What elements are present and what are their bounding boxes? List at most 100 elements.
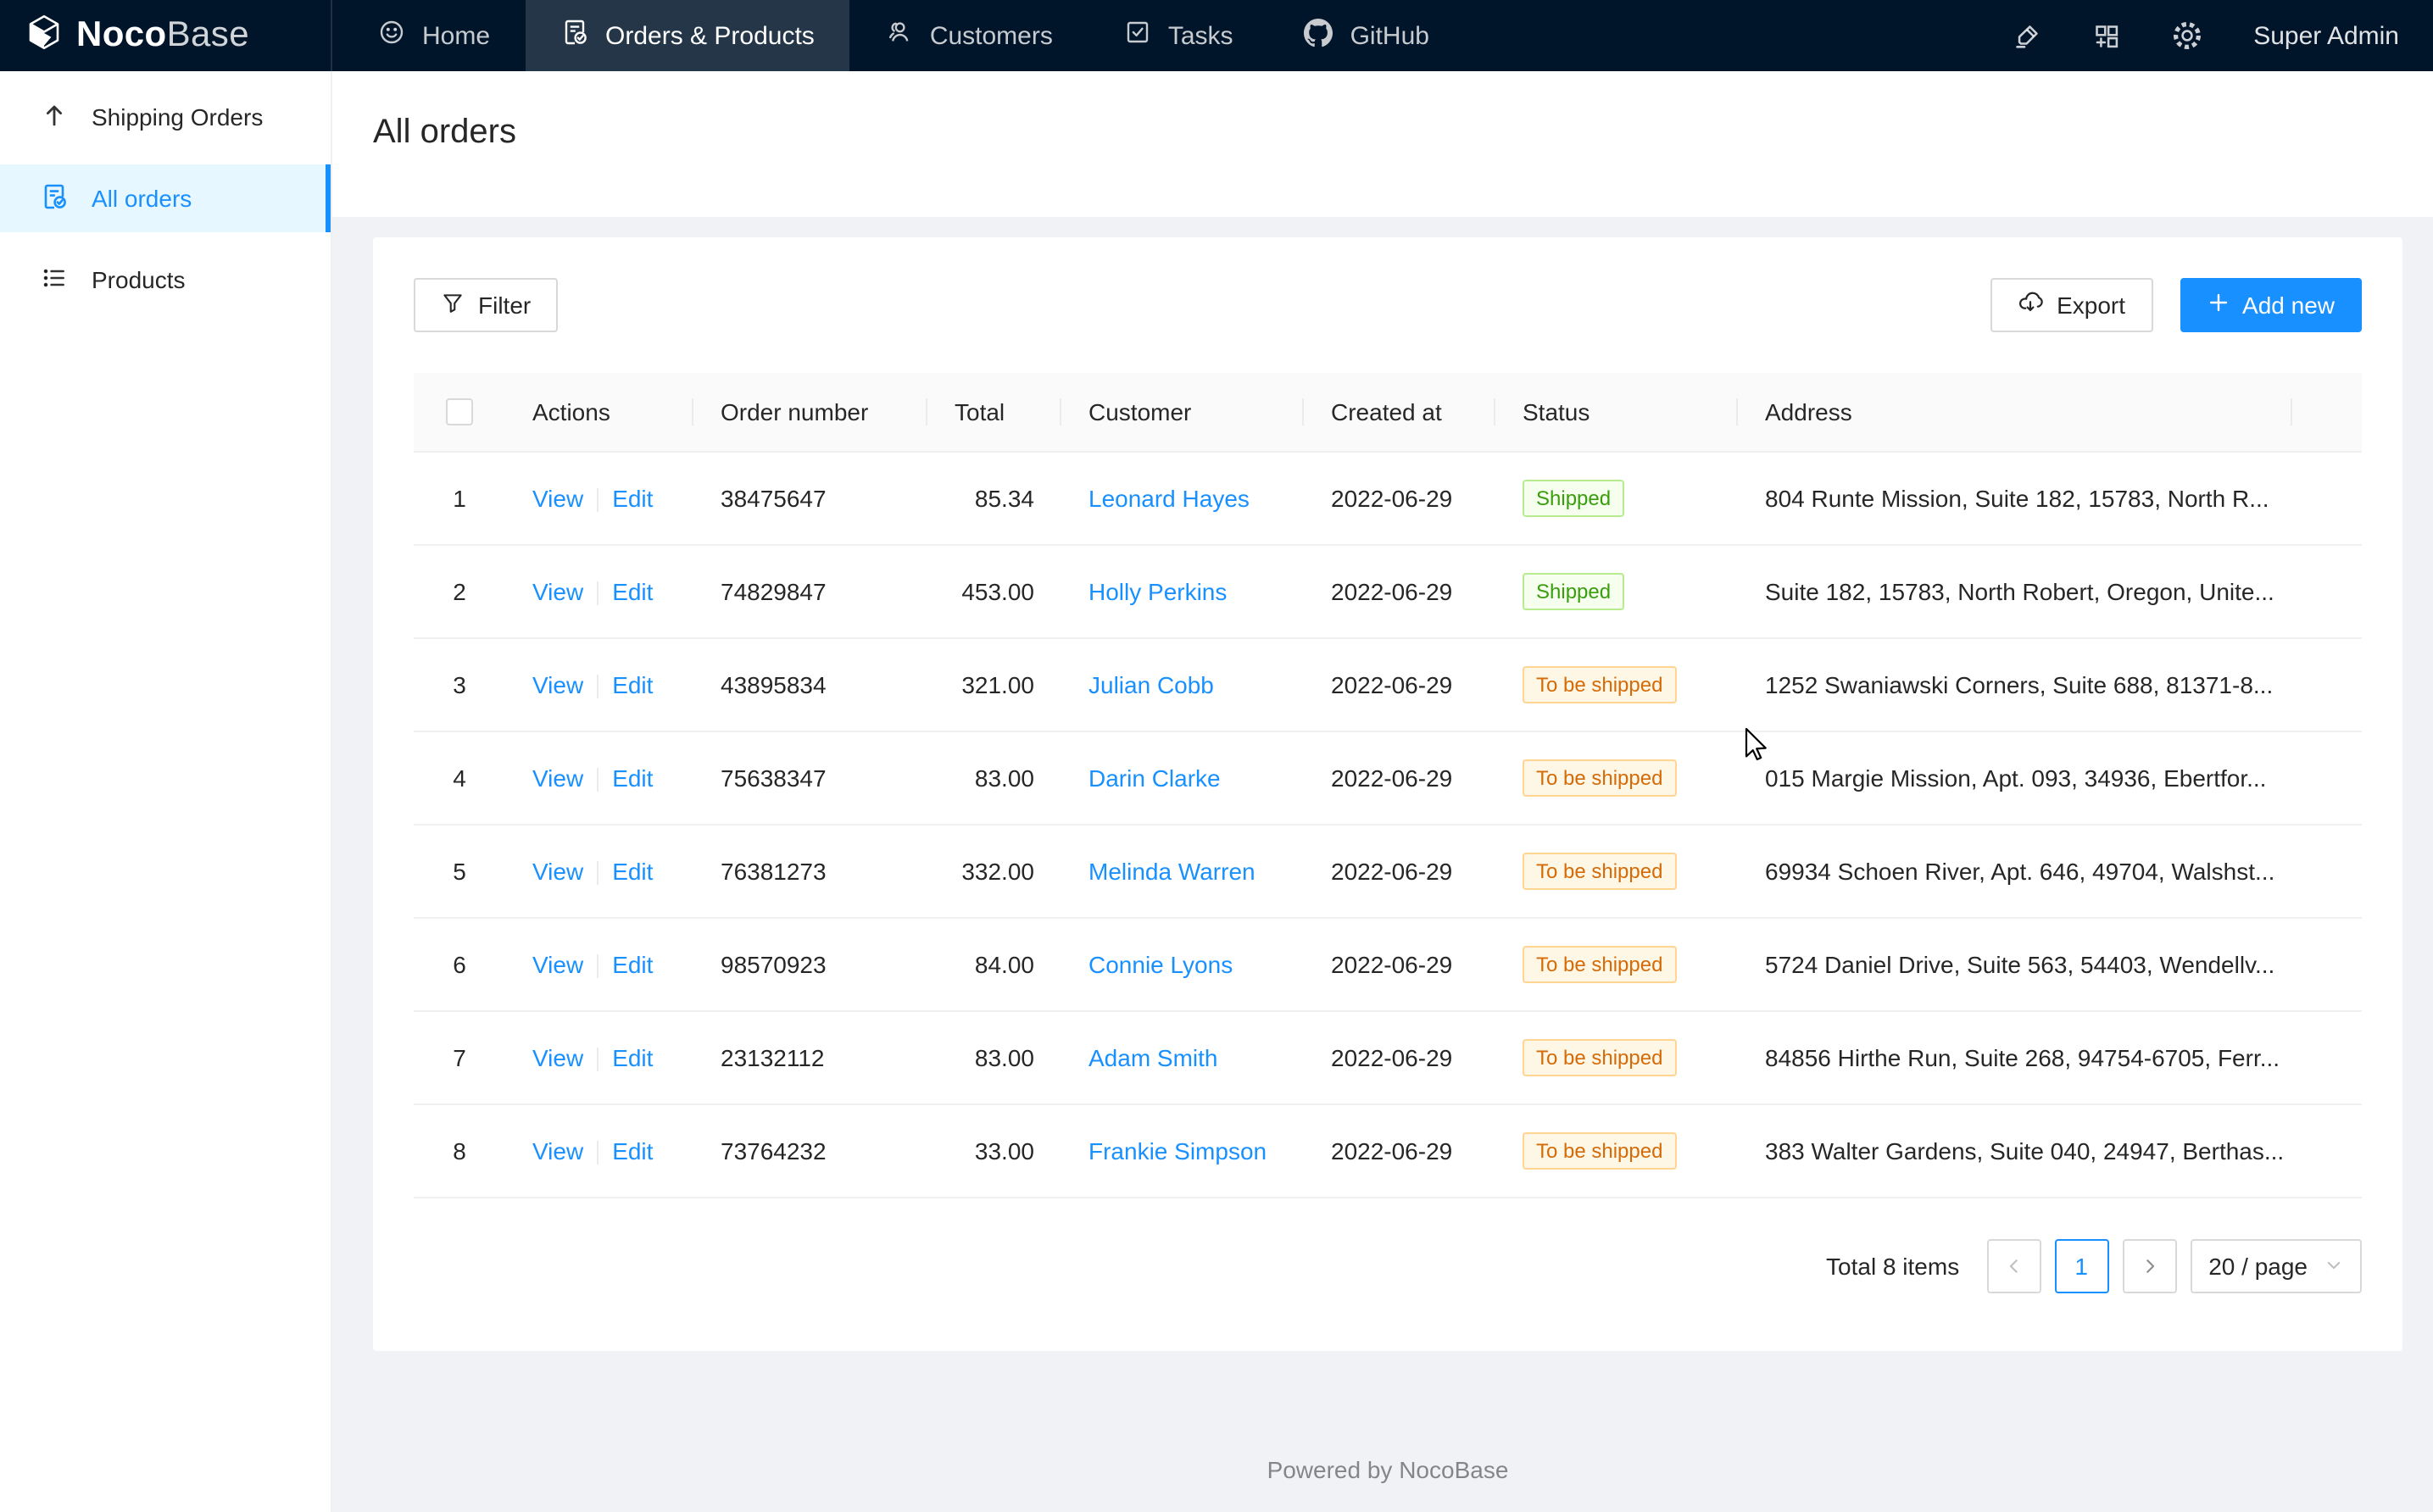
- smiley-icon: [378, 19, 405, 53]
- customer-link[interactable]: Holly Perkins: [1088, 578, 1227, 605]
- arrow-up-icon: [41, 101, 68, 133]
- edit-link[interactable]: Edit: [612, 671, 653, 698]
- edit-link[interactable]: Edit: [612, 858, 653, 885]
- select-all-checkbox[interactable]: [446, 398, 473, 425]
- table-header-row: Actions Order number Total Customer Crea…: [414, 373, 2362, 453]
- customer-link[interactable]: Adam Smith: [1088, 1044, 1218, 1071]
- row-actions: View Edit: [505, 485, 693, 513]
- view-link[interactable]: View: [532, 764, 583, 792]
- sidebar-item-products[interactable]: Products: [0, 246, 331, 314]
- edit-link[interactable]: Edit: [612, 578, 653, 605]
- column-header-customer: Customer: [1061, 398, 1304, 425]
- status-badge: To be shipped: [1523, 1132, 1676, 1170]
- view-link[interactable]: View: [532, 485, 583, 512]
- file-done-icon: [561, 19, 588, 53]
- sidebar: Shipping Orders All orders: [0, 71, 332, 1512]
- nav-tab-customers[interactable]: Customers: [850, 0, 1088, 71]
- unordered-list-icon: [41, 264, 68, 296]
- view-link[interactable]: View: [532, 578, 583, 605]
- row-index: 2: [414, 578, 505, 605]
- customer-cell: Holly Perkins: [1061, 578, 1304, 605]
- export-button[interactable]: Export: [1990, 278, 2152, 332]
- total-cell: 83.00: [927, 764, 1061, 792]
- status-cell: To be shipped: [1495, 759, 1738, 797]
- pagination: Total 8 items 1 20 / page: [414, 1239, 2362, 1293]
- customer-cell: Melinda Warren: [1061, 858, 1304, 885]
- pagination-page-1[interactable]: 1: [2054, 1239, 2108, 1293]
- gear-icon[interactable]: [2172, 20, 2202, 51]
- table-body: 1 ViewEdit 38475647 85.34 Leonard Hayes …: [414, 453, 2362, 1198]
- brand-text-base: Base: [167, 15, 249, 56]
- order-number-cell: 75638347: [693, 764, 927, 792]
- status-badge: To be shipped: [1523, 853, 1676, 890]
- nav-tab-tasks[interactable]: Tasks: [1088, 0, 1269, 71]
- status-badge: To be shipped: [1523, 666, 1676, 703]
- address-cell: 1252 Swaniawski Corners, Suite 688, 8137…: [1738, 671, 2292, 698]
- view-link[interactable]: View: [532, 1137, 583, 1165]
- pagination-total: Total 8 items: [1826, 1253, 1959, 1280]
- status-cell: To be shipped: [1495, 1132, 1738, 1170]
- customer-cell: Frankie Simpson: [1061, 1137, 1304, 1165]
- order-number-cell: 43895834: [693, 671, 927, 698]
- sidebar-item-all-orders[interactable]: All orders: [0, 164, 331, 232]
- edit-link[interactable]: Edit: [612, 764, 653, 792]
- row-index: 3: [414, 671, 505, 698]
- blocks-add-icon[interactable]: [2092, 21, 2121, 50]
- row-index: 4: [414, 764, 505, 792]
- filter-button[interactable]: Filter: [414, 278, 558, 332]
- view-link[interactable]: View: [532, 858, 583, 885]
- nav-tab-github[interactable]: GitHub: [1269, 0, 1465, 71]
- sidebar-item-shipping-orders[interactable]: Shipping Orders: [0, 83, 331, 151]
- user-menu[interactable]: Super Admin: [2253, 21, 2399, 50]
- table-row: 2 ViewEdit 74829847 453.00 Holly Perkins…: [414, 546, 2362, 639]
- view-link[interactable]: View: [532, 1044, 583, 1071]
- content-area: Filter Export: [332, 217, 2433, 1512]
- github-icon: [1305, 18, 1333, 53]
- nav-tab-label: Customers: [930, 21, 1053, 50]
- highlighter-icon[interactable]: [2013, 21, 2041, 50]
- edit-link[interactable]: Edit: [612, 1044, 653, 1071]
- row-actions: View Edit: [505, 764, 693, 792]
- row-actions: View Edit: [505, 578, 693, 606]
- nav-tab-home[interactable]: Home: [342, 0, 526, 71]
- page-title: All orders: [373, 105, 2392, 159]
- chevron-down-icon: [2324, 1253, 2343, 1280]
- column-header-status: Status: [1495, 398, 1738, 425]
- customer-link[interactable]: Julian Cobb: [1088, 671, 1214, 698]
- address-cell: 804 Runte Mission, Suite 182, 15783, Nor…: [1738, 485, 2292, 512]
- nav-tab-orders-products[interactable]: Orders & Products: [526, 0, 850, 71]
- column-header-total: Total: [927, 398, 1061, 425]
- address-cell: Suite 182, 15783, North Robert, Oregon, …: [1738, 578, 2292, 605]
- pagination-next-button[interactable]: [2122, 1239, 2176, 1293]
- pagination-prev-button[interactable]: [1986, 1239, 2040, 1293]
- page-size-select[interactable]: 20 / page: [2190, 1239, 2362, 1293]
- customer-cell: Adam Smith: [1061, 1044, 1304, 1071]
- edit-link[interactable]: Edit: [612, 485, 653, 512]
- status-cell: Shipped: [1495, 573, 1738, 610]
- table-row: 4 ViewEdit 75638347 83.00 Darin Clarke 2…: [414, 732, 2362, 825]
- created-at-cell: 2022-06-29: [1304, 951, 1495, 978]
- brand-logo[interactable]: NocoBase: [0, 0, 332, 71]
- edit-link[interactable]: Edit: [612, 1137, 653, 1165]
- customer-link[interactable]: Frankie Simpson: [1088, 1137, 1267, 1165]
- view-link[interactable]: View: [532, 671, 583, 698]
- filter-button-label: Filter: [478, 292, 531, 319]
- plus-icon: [2207, 292, 2229, 319]
- customer-link[interactable]: Leonard Hayes: [1088, 485, 1250, 512]
- nav-tabs: Home Orders & Products: [342, 0, 1465, 71]
- filter-icon: [441, 291, 465, 320]
- edit-link[interactable]: Edit: [612, 951, 653, 978]
- row-index: 8: [414, 1137, 505, 1165]
- sidebar-item-label: All orders: [92, 185, 192, 212]
- add-new-button[interactable]: Add new: [2180, 278, 2362, 332]
- row-index: 5: [414, 858, 505, 885]
- customer-cell: Leonard Hayes: [1061, 485, 1304, 512]
- view-link[interactable]: View: [532, 951, 583, 978]
- customer-link[interactable]: Darin Clarke: [1088, 764, 1221, 792]
- customer-link[interactable]: Connie Lyons: [1088, 951, 1233, 978]
- action-divider: [597, 768, 599, 792]
- nav-tab-label: GitHub: [1350, 21, 1429, 50]
- row-index: 7: [414, 1044, 505, 1071]
- team-icon: [886, 19, 913, 53]
- customer-link[interactable]: Melinda Warren: [1088, 858, 1255, 885]
